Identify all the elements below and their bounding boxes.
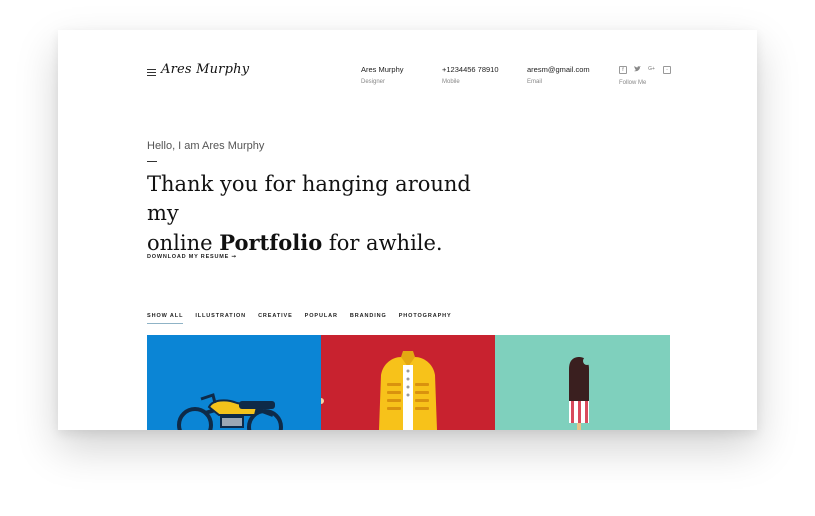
headline-bold: Portfolio — [219, 230, 323, 255]
twitter-icon[interactable] — [634, 66, 641, 72]
filter-show-all[interactable]: SHOW ALL — [147, 313, 184, 324]
filter-photography[interactable]: PHOTOGRAPHY — [399, 313, 452, 324]
filter-branding[interactable]: BRANDING — [350, 313, 387, 324]
hamburger-menu-icon[interactable] — [147, 69, 156, 76]
greeting: Hello, I am Ares Murphy — [147, 140, 265, 152]
contact-phone-value[interactable]: +1234456 78910 — [442, 65, 499, 75]
portfolio-page: Ares Murphy Ares Murphy Designer +123445… — [58, 30, 757, 430]
headline-pre: online — [147, 231, 220, 255]
filter-popular[interactable]: POPULAR — [305, 313, 338, 324]
headline: Thank you for hanging around my online P… — [147, 170, 507, 258]
portfolio-item-popsicle[interactable] — [495, 335, 670, 430]
contact-phone: +1234456 78910 Mobile — [442, 65, 499, 87]
google-plus-icon[interactable]: G+ — [647, 66, 656, 72]
headline-line1: Thank you for hanging around my — [147, 172, 471, 225]
contact-email-label: Email — [527, 79, 543, 85]
contact-phone-label: Mobile — [442, 79, 460, 85]
portfolio-item-jacket[interactable] — [321, 335, 495, 430]
portfolio-filters: SHOW ALL ILLUSTRATION CREATIVE POPULAR B… — [147, 313, 452, 324]
social-links: f G+ ◦ — [619, 66, 671, 74]
contact-name: Ares Murphy Designer — [361, 65, 404, 87]
instagram-icon[interactable]: ◦ — [663, 66, 671, 74]
portfolio-item-motorcycle[interactable] — [147, 335, 321, 430]
follow-me-label: Follow Me — [619, 80, 647, 86]
popsicle-illustration — [569, 357, 591, 430]
facebook-icon[interactable]: f — [619, 66, 627, 74]
contact-name-value: Ares Murphy — [361, 65, 404, 74]
filter-illustration[interactable]: ILLUSTRATION — [195, 313, 246, 324]
site-logo[interactable]: Ares Murphy — [161, 62, 249, 77]
motorcycle-illustration — [177, 393, 283, 430]
contact-name-label: Designer — [361, 79, 386, 85]
download-resume-link[interactable]: DOWNLOAD MY RESUME ➞ — [147, 254, 237, 260]
jacket-illustration — [321, 351, 437, 430]
filter-creative[interactable]: CREATIVE — [258, 313, 293, 324]
contact-email: aresm@gmail.com Email — [527, 65, 590, 87]
greeting-divider — [147, 161, 157, 162]
headline-post: for awhile. — [322, 231, 443, 255]
contact-email-value[interactable]: aresm@gmail.com — [527, 65, 590, 75]
